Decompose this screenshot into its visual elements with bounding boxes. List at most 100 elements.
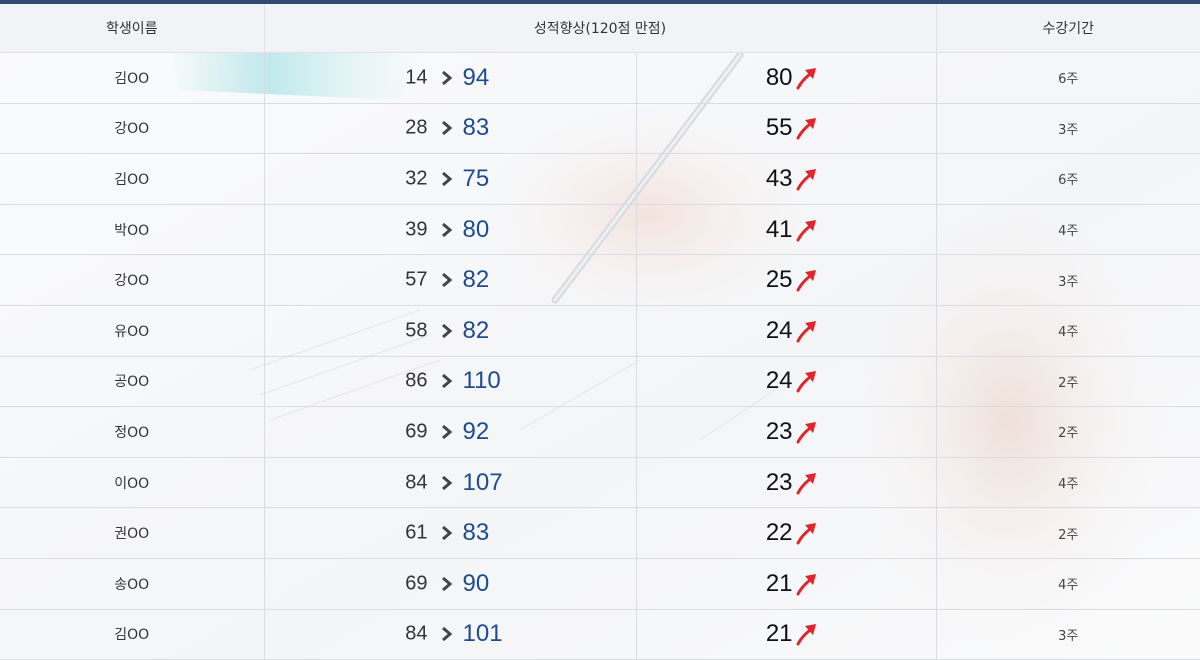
score-change: 61 83	[265, 509, 636, 558]
score-gain-cell: 43	[635, 153, 937, 205]
score-gain-cell: 25	[635, 254, 937, 306]
gain-value: 22	[765, 519, 793, 547]
score-before: 57	[405, 268, 428, 291]
score-gain-cell: 22	[635, 507, 937, 559]
chevron-right-icon	[441, 121, 452, 136]
gain-value: 55	[765, 114, 793, 142]
study-period: 2주	[935, 356, 1200, 408]
score-gain: 25	[637, 256, 936, 305]
table-row: 정OO 69 92 23 2주	[0, 406, 1200, 458]
chevron-right-icon	[441, 323, 452, 338]
score-gain: 21	[637, 559, 936, 608]
score-before: 69	[405, 420, 428, 443]
up-arrow-icon	[796, 523, 816, 545]
study-period: 6주	[935, 52, 1200, 104]
gain-value: 23	[765, 417, 793, 445]
gain-value: 24	[765, 316, 793, 344]
up-arrow-icon	[796, 421, 816, 444]
score-change: 69 92	[265, 407, 636, 456]
score-after: 110	[462, 367, 501, 395]
table-row: 김OO 32 75 43 6주	[0, 153, 1200, 205]
score-before: 28	[405, 116, 428, 139]
score-change: 28 83	[265, 104, 636, 153]
score-change-cell: 84 101	[263, 609, 636, 660]
score-change: 32 75	[265, 154, 636, 203]
score-table: 학생이름 성적향상(120점 만점) 수강기간 김OO 14 94 80 6주 강OO 28…	[0, 4, 1200, 660]
score-before: 58	[405, 319, 428, 342]
score-gain: 22	[637, 509, 936, 558]
score-before: 69	[405, 572, 428, 595]
score-after: 82	[462, 266, 490, 294]
score-before: 84	[405, 471, 428, 494]
study-period: 2주	[935, 406, 1200, 458]
student-name: 김OO	[0, 52, 264, 104]
column-header-name: 학생이름	[0, 4, 264, 53]
gain-value: 80	[765, 63, 793, 91]
table-row: 강OO 28 83 55 3주	[0, 103, 1200, 155]
score-change: 14 94	[265, 53, 636, 102]
score-gain-cell: 23	[635, 406, 937, 458]
score-after: 94	[462, 63, 490, 91]
table-header-row: 학생이름 성적향상(120점 만점) 수강기간	[0, 4, 1200, 53]
chevron-right-icon	[441, 273, 452, 288]
study-period: 3주	[935, 609, 1200, 660]
top-accent-bar	[0, 0, 1200, 4]
up-arrow-icon	[796, 371, 816, 393]
gain-value: 24	[765, 367, 793, 395]
score-change: 86 110	[265, 357, 636, 406]
chevron-right-icon	[441, 171, 452, 187]
score-change: 39 80	[265, 205, 636, 254]
chevron-right-icon	[441, 222, 452, 237]
up-arrow-icon	[796, 472, 816, 495]
score-before: 39	[405, 218, 428, 241]
score-gain-cell: 24	[635, 356, 937, 408]
student-name: 공OO	[0, 356, 264, 408]
score-gain-cell: 80	[635, 52, 937, 104]
score-gain-cell: 41	[635, 204, 937, 256]
study-period: 3주	[935, 254, 1200, 306]
score-change-cell: 28 83	[263, 103, 636, 155]
score-gain: 23	[637, 407, 936, 456]
score-change-cell: 57 82	[263, 254, 636, 306]
up-arrow-icon	[796, 118, 816, 140]
score-after: 92	[462, 417, 490, 445]
score-before: 14	[405, 66, 428, 89]
score-change: 84 107	[265, 458, 636, 507]
study-period: 4주	[935, 204, 1200, 256]
up-arrow-icon	[796, 624, 816, 646]
table-row: 송OO 69 90 21 4주	[0, 558, 1200, 610]
table-row: 권OO 61 83 22 2주	[0, 507, 1200, 559]
column-header-improvement: 성적향상(120점 만점)	[263, 4, 937, 53]
chevron-right-icon	[441, 424, 452, 440]
score-gain-cell: 23	[635, 457, 937, 509]
score-after: 80	[462, 215, 490, 243]
table-row: 공OO 86 110 24 2주	[0, 356, 1200, 408]
up-arrow-icon	[796, 219, 816, 242]
score-change-cell: 69 90	[263, 558, 636, 610]
study-period: 4주	[935, 457, 1200, 509]
chevron-right-icon	[441, 374, 452, 389]
score-gain-cell: 21	[635, 558, 937, 610]
study-period: 4주	[935, 558, 1200, 610]
table-row: 김OO 14 94 80 6주	[0, 52, 1200, 104]
student-name: 김OO	[0, 609, 264, 660]
score-change: 69 90	[265, 559, 636, 608]
up-arrow-icon	[796, 573, 816, 596]
score-gain-cell: 24	[635, 305, 937, 357]
score-after: 107	[462, 468, 503, 496]
score-after: 90	[462, 569, 490, 597]
score-change-cell: 61 83	[263, 507, 636, 559]
score-change: 84 101	[265, 610, 636, 659]
score-before: 32	[405, 167, 428, 190]
score-change-cell: 69 92	[263, 406, 636, 458]
up-arrow-icon	[796, 270, 816, 292]
gain-value: 43	[765, 164, 793, 192]
score-after: 82	[462, 316, 490, 344]
table-row: 박OO 39 80 41 4주	[0, 204, 1200, 256]
gain-value: 25	[765, 266, 793, 294]
score-change-cell: 39 80	[263, 204, 636, 256]
student-name: 박OO	[0, 204, 264, 256]
score-gain-cell: 55	[635, 103, 937, 155]
chevron-right-icon	[441, 526, 452, 541]
score-after: 101	[462, 620, 503, 648]
